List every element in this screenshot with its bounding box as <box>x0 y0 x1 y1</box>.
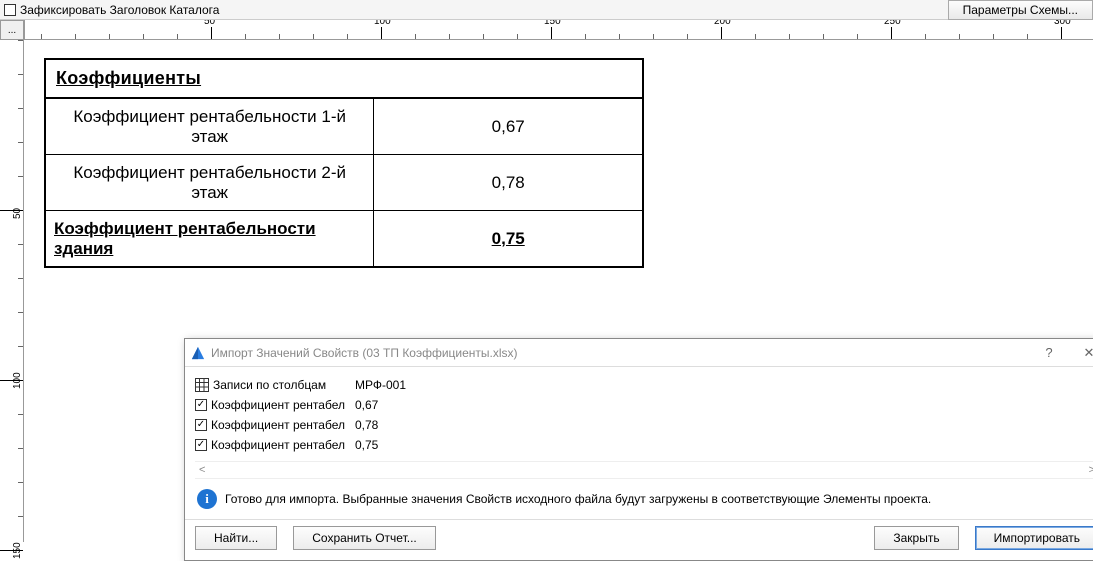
total-value: 0,75 <box>374 211 643 268</box>
row-label: Коэффициент рентабел <box>211 438 345 452</box>
row-checkbox[interactable]: ✓ <box>195 419 207 431</box>
horizontal-scrollbar[interactable]: < > <box>195 461 1093 479</box>
table-title: Коэффициенты <box>45 59 643 98</box>
scheme-params-button[interactable]: Параметры Схемы... <box>948 0 1093 20</box>
import-button[interactable]: Импортировать <box>975 526 1093 550</box>
ruler-area: ... 50100150200250300 <box>0 20 1093 40</box>
ruler-corner-button[interactable]: ... <box>0 20 24 40</box>
vertical-ruler: 50100150 <box>0 40 24 542</box>
table-row: Коэффициент рентабельности 2-й этаж 0,78 <box>45 155 643 211</box>
dialog-button-bar: Найти... Сохранить Отчет... Закрыть Импо… <box>185 519 1093 560</box>
table-icon <box>195 378 209 392</box>
coefficients-table: Коэффициенты Коэффициент рентабельности … <box>44 58 644 268</box>
grid-header-row: Записи по столбцам МРФ-001 <box>195 375 1093 395</box>
status-text: Готово для импорта. Выбранные значения С… <box>225 492 931 506</box>
help-button[interactable]: ? <box>1029 339 1069 367</box>
grid-row: ✓ Коэффициент рентабел 0,78 <box>195 415 1093 435</box>
row-value: 0,78 <box>355 418 435 432</box>
app-icon <box>191 346 205 360</box>
scroll-left-icon[interactable]: < <box>199 464 205 476</box>
scroll-right-icon[interactable]: > <box>1089 464 1093 476</box>
row-value: 0,75 <box>355 438 435 452</box>
grid-row: ✓ Коэффициент рентабел 0,67 <box>195 395 1093 415</box>
row-value: 0,67 <box>374 98 643 155</box>
top-toolbar: Зафиксировать Заголовок Каталога Парамет… <box>0 0 1093 20</box>
table-row: Коэффициент рентабельности 1-й этаж 0,67 <box>45 98 643 155</box>
dialog-title-text: Импорт Значений Свойств (03 ТП Коэффицие… <box>211 346 1029 360</box>
close-icon[interactable]: ✕ <box>1069 339 1093 367</box>
info-icon: i <box>197 489 217 509</box>
row-value: 0,67 <box>355 398 435 412</box>
id-header-label: МРФ-001 <box>355 378 435 392</box>
horizontal-ruler: 50100150200250300 <box>24 20 1093 39</box>
save-report-button[interactable]: Сохранить Отчет... <box>293 526 436 550</box>
row-label: Коэффициент рентабел <box>211 398 345 412</box>
row-label: Коэффициент рентабел <box>211 418 345 432</box>
find-button[interactable]: Найти... <box>195 526 277 550</box>
row-checkbox[interactable]: ✓ <box>195 439 207 451</box>
canvas: Коэффициенты Коэффициент рентабельности … <box>24 40 1093 542</box>
row-name: Коэффициент рентабельности 2-й этаж <box>45 155 374 211</box>
row-name: Коэффициент рентабельности 1-й этаж <box>45 98 374 155</box>
status-bar: i Готово для импорта. Выбранные значения… <box>195 481 1093 515</box>
import-grid: Записи по столбцам МРФ-001 ✓ Коэффициент… <box>195 375 1093 455</box>
total-name: Коэффициент рентабельности здания <box>45 211 374 268</box>
grid-row: ✓ Коэффициент рентабел 0,75 <box>195 435 1093 455</box>
row-checkbox[interactable]: ✓ <box>195 399 207 411</box>
row-value: 0,78 <box>374 155 643 211</box>
fix-header-checkbox[interactable]: Зафиксировать Заголовок Каталога <box>0 3 219 17</box>
checkbox-box <box>4 4 16 16</box>
dialog-titlebar[interactable]: Импорт Значений Свойств (03 ТП Коэффицие… <box>185 339 1093 367</box>
table-total-row: Коэффициент рентабельности здания 0,75 <box>45 211 643 268</box>
columns-header-label: Записи по столбцам <box>213 378 326 392</box>
close-button[interactable]: Закрыть <box>874 526 958 550</box>
fix-header-label: Зафиксировать Заголовок Каталога <box>20 3 219 17</box>
import-dialog: Импорт Значений Свойств (03 ТП Коэффицие… <box>184 338 1093 561</box>
